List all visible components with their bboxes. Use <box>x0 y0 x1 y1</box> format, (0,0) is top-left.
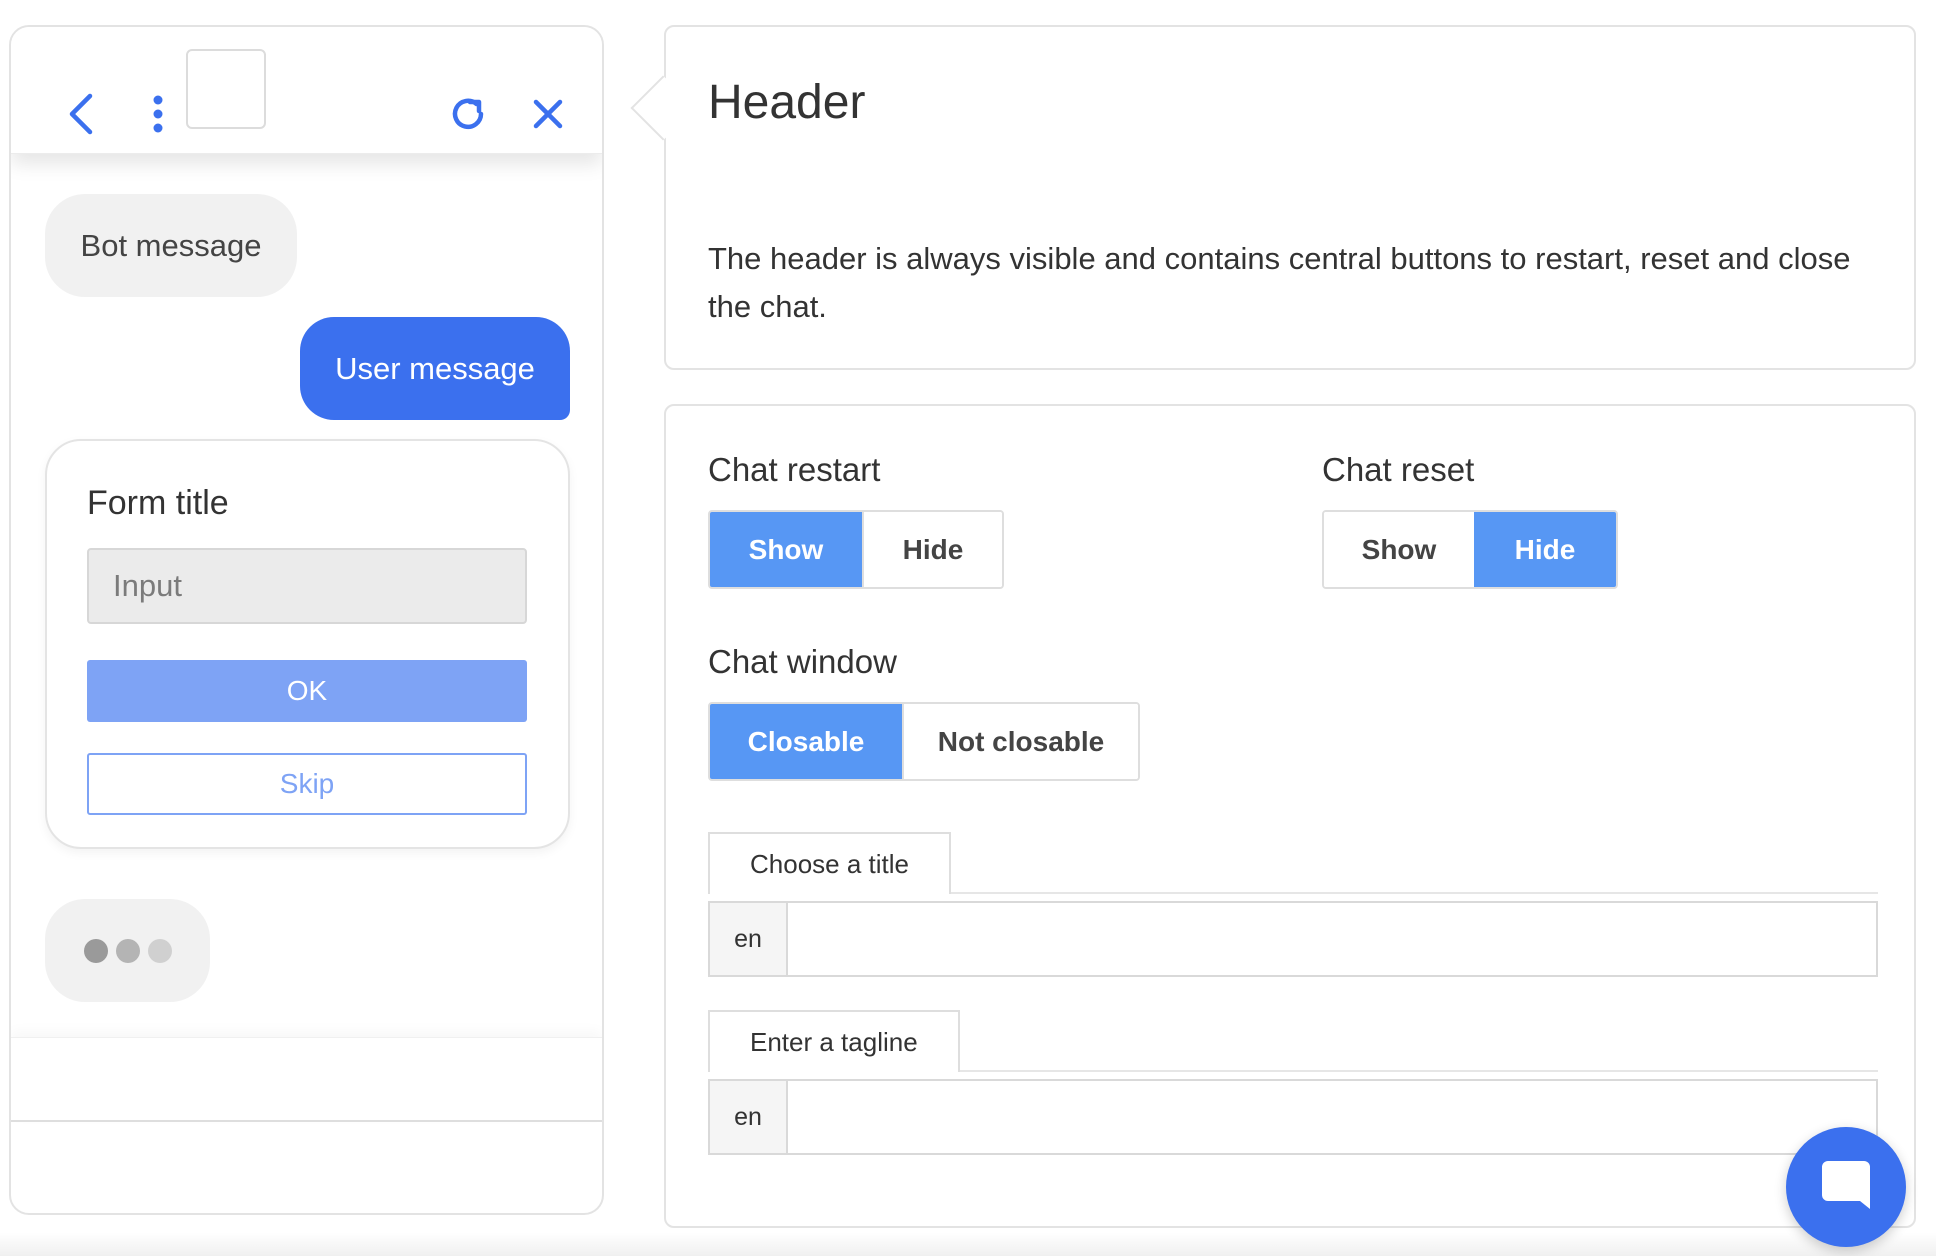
form-title: Form title <box>87 484 229 522</box>
page-bottom-shadow <box>0 1232 1936 1256</box>
title-input-row: en <box>708 901 1878 977</box>
chat-restart-toggle: Show Hide <box>708 510 1004 589</box>
tagline-input-row: en <box>708 1079 1878 1155</box>
chat-launcher-button[interactable] <box>1786 1127 1906 1247</box>
chat-preview-panel: Bot message User message Form title Inpu… <box>9 25 604 1215</box>
chevron-left-icon[interactable] <box>61 89 101 139</box>
typing-dot <box>147 938 172 963</box>
form-input[interactable]: Input <box>87 548 527 624</box>
typing-dot <box>83 938 108 963</box>
title-tab-row: Choose a title <box>708 832 1878 894</box>
info-description: The header is always visible and contain… <box>708 241 1851 324</box>
chat-window-label: Chat window <box>708 643 897 680</box>
skip-button[interactable]: Skip <box>87 753 527 815</box>
more-vertical-icon[interactable] <box>143 89 173 139</box>
chat-bubble-icon <box>1818 1157 1874 1218</box>
chat-reset-show-button[interactable]: Show <box>1324 512 1474 587</box>
chat-reset-hide-button[interactable]: Hide <box>1474 512 1616 587</box>
refresh-icon[interactable] <box>443 89 493 139</box>
chat-logo-placeholder <box>186 49 266 129</box>
tab-enter-tagline[interactable]: Enter a tagline <box>708 1010 960 1072</box>
title-language-label: en <box>710 903 788 975</box>
chat-restart-show-button[interactable]: Show <box>710 512 862 587</box>
form-card: Form title Input OK Skip <box>45 439 570 849</box>
title-input[interactable] <box>788 903 1876 975</box>
chat-window-closable-button[interactable]: Closable <box>710 704 902 779</box>
ok-button[interactable]: OK <box>87 660 527 722</box>
user-message-bubble: User message <box>300 317 570 420</box>
chat-input-area[interactable] <box>11 1037 602 1122</box>
settings-card: Chat restart Show Hide Chat reset Show H… <box>664 404 1916 1228</box>
bot-message-bubble: Bot message <box>45 194 297 297</box>
tagline-language-label: en <box>710 1081 788 1153</box>
page-title: Header <box>708 76 866 129</box>
close-icon[interactable] <box>523 89 573 139</box>
typing-dot <box>115 938 140 963</box>
typing-indicator <box>45 899 210 1002</box>
chat-restart-hide-button[interactable]: Hide <box>862 512 1002 587</box>
chat-window-toggle: Closable Not closable <box>708 702 1140 781</box>
chat-window-not-closable-button[interactable]: Not closable <box>902 704 1138 779</box>
chat-reset-toggle: Show Hide <box>1322 510 1618 589</box>
info-card: Header The header is always visible and … <box>664 25 1916 370</box>
chat-restart-label: Chat restart <box>708 451 881 488</box>
tagline-tab-row: Enter a tagline <box>708 1010 1878 1072</box>
tagline-input[interactable] <box>788 1081 1876 1153</box>
chat-header <box>11 27 602 154</box>
chat-reset-label: Chat reset <box>1322 451 1475 488</box>
tab-choose-title[interactable]: Choose a title <box>708 832 951 894</box>
